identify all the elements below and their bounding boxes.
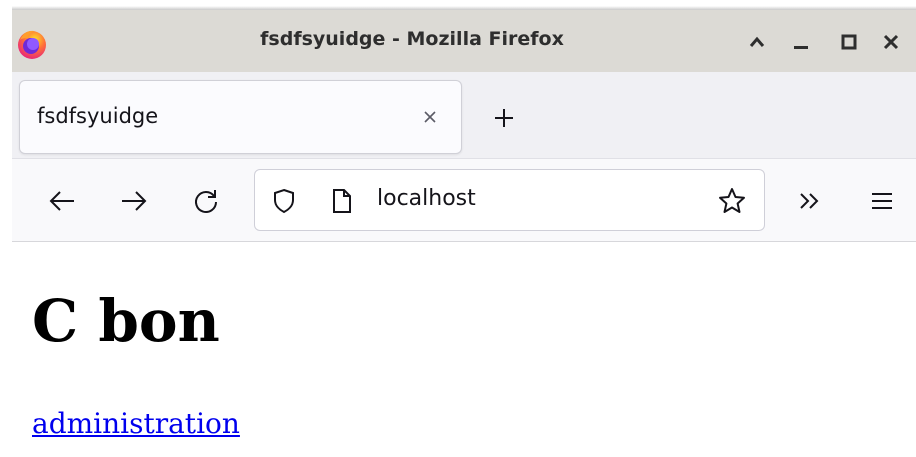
- title-bar[interactable]: fsdfsyuidge - Mozilla Firefox: [12, 10, 916, 72]
- arrow-left-icon: [49, 191, 74, 211]
- maximize-button[interactable]: [836, 28, 862, 56]
- page-heading: C bon: [32, 287, 220, 355]
- window-title: fsdfsyuidge - Mozilla Firefox: [260, 28, 564, 50]
- close-icon: [883, 34, 899, 50]
- close-icon: [424, 111, 436, 123]
- page-content: C bon administration: [12, 242, 916, 457]
- overflow-menu-button[interactable]: [792, 183, 828, 219]
- navigation-toolbar: localhost: [12, 158, 916, 242]
- forward-button[interactable]: [116, 183, 152, 219]
- minimize-button[interactable]: [788, 28, 814, 56]
- maximize-icon: [841, 34, 857, 50]
- reload-icon: [195, 190, 217, 213]
- desktop-top-edge: [0, 0, 916, 10]
- arrow-right-icon: [122, 191, 147, 211]
- minimize-icon: [794, 46, 808, 49]
- tab-title: fsdfsyuidge: [37, 104, 159, 128]
- app-menu-button[interactable]: [864, 183, 900, 219]
- star-icon[interactable]: [717, 186, 747, 216]
- tab-close-button[interactable]: [416, 103, 444, 131]
- reload-button[interactable]: [188, 183, 224, 219]
- url-bar[interactable]: localhost: [254, 169, 765, 231]
- administration-link[interactable]: administration: [32, 407, 240, 440]
- close-window-button[interactable]: [878, 28, 904, 56]
- shield-icon[interactable]: [269, 186, 299, 216]
- hamburger-menu-icon: [872, 193, 892, 209]
- url-text: localhost: [377, 186, 476, 211]
- firefox-window: fsdfsyuidge - Mozilla Firefox fsdfsyuidg…: [12, 10, 916, 457]
- back-button[interactable]: [44, 183, 80, 219]
- caret-up-icon: [749, 36, 765, 47]
- page-icon[interactable]: [327, 186, 357, 216]
- new-tab-button[interactable]: [488, 102, 520, 134]
- chevron-double-right-icon: [800, 193, 819, 209]
- tab-bar: fsdfsyuidge: [12, 72, 916, 158]
- plus-icon: [495, 109, 513, 127]
- window-menu-button[interactable]: [744, 28, 770, 56]
- tab-active[interactable]: fsdfsyuidge: [19, 80, 462, 154]
